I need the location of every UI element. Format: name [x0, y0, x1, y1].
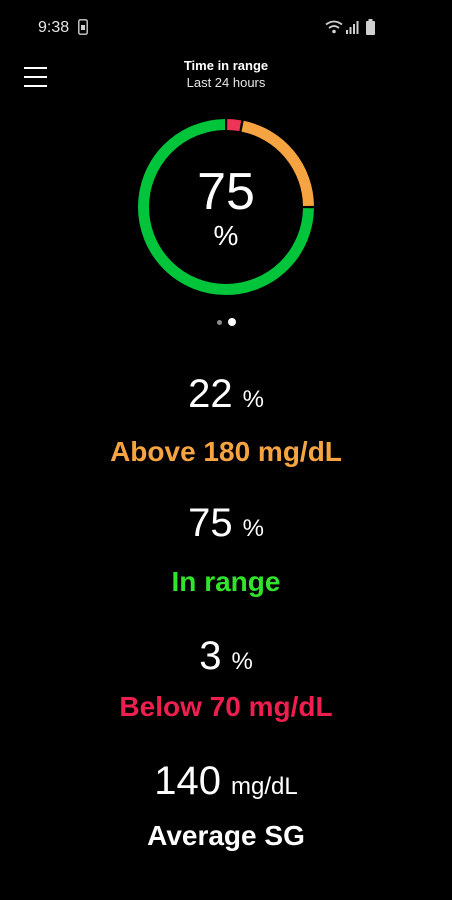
page-subtitle: Last 24 hours: [186, 75, 266, 90]
above-range-label: Above 180 mg/dL: [110, 436, 342, 467]
in-range-value: 75%: [0, 501, 452, 546]
average-sg-number: 140: [154, 759, 222, 803]
in-range-unit: %: [242, 515, 264, 542]
page-title: Time in range: [183, 58, 269, 73]
sim-icon: [78, 19, 88, 35]
below-range-label: Below 70 mg/dL: [119, 691, 333, 722]
below-range-value: 3%: [0, 634, 452, 679]
page-indicator: [0, 318, 452, 328]
in-range-number: 75: [188, 501, 233, 545]
above-range-value: 22%: [0, 372, 452, 417]
ring-percent-value: 75: [197, 163, 255, 221]
below-range-unit: %: [231, 648, 253, 675]
average-sg-unit: mg/dL: [231, 773, 298, 800]
below-range-number: 3: [199, 634, 222, 678]
status-time: 9:38: [38, 19, 70, 36]
in-range-label: In range: [171, 566, 281, 597]
status-bar: 9:38: [0, 0, 452, 56]
ring-percent-unit: %: [213, 220, 239, 251]
battery-icon: [366, 19, 375, 35]
average-sg-value: 140 mg/dL: [0, 759, 452, 804]
above-range-unit: %: [242, 386, 264, 413]
page-dot-2[interactable]: [227, 318, 236, 326]
page-dot-1[interactable]: [216, 319, 222, 325]
average-sg-label: Average SG: [147, 820, 305, 851]
above-range-number: 22: [188, 372, 233, 416]
signal-icon: [346, 21, 359, 34]
wifi-icon: [325, 20, 343, 34]
